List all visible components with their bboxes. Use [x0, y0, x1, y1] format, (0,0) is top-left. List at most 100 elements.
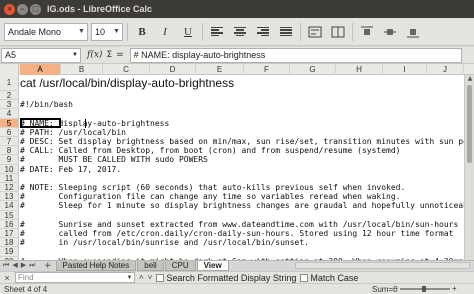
cell-a9[interactable]: # MUST BE CALLED WITH sudo POWERS [20, 155, 464, 164]
formula-input[interactable]: # NAME: display-auto-brightness [129, 47, 462, 63]
row-header-16[interactable]: 16 [0, 219, 19, 229]
row-header-10[interactable]: 10 [0, 164, 19, 174]
row-header-15[interactable]: 15 [0, 210, 19, 220]
cell-a13[interactable]: # Configuration file can change any time… [20, 192, 464, 201]
maximize-window-button[interactable]: □ [30, 3, 41, 15]
row-header-17[interactable]: 17 [0, 229, 19, 239]
chevron-down-icon[interactable]: ▼ [111, 28, 122, 35]
cell-a4[interactable] [20, 109, 464, 118]
column-header-c[interactable]: C [103, 64, 150, 75]
italic-button[interactable]: I [155, 22, 175, 42]
cell-a17[interactable]: # called from /etc/cron.daily/cron-daily… [20, 229, 464, 238]
minimize-window-button[interactable]: – [17, 3, 28, 15]
cell-a15[interactable] [20, 211, 464, 220]
chevron-down-icon[interactable]: ▼ [125, 275, 134, 281]
find-previous-icon[interactable]: ˄ [139, 273, 144, 282]
column-header-i[interactable]: I [383, 64, 427, 75]
row-header-19[interactable]: 19 [0, 247, 19, 257]
font-name-combo[interactable]: Andale Mono ▼ [4, 22, 88, 41]
row-header-12[interactable]: 12 [0, 183, 19, 193]
function-wizard-icon[interactable]: f(x) [87, 50, 102, 60]
underline-button[interactable]: U [178, 22, 198, 42]
align-middle-button[interactable] [380, 22, 400, 42]
cell-a18[interactable]: # in /usr/local/bin/sunrise and /usr/loc… [20, 238, 464, 247]
row-header-6[interactable]: 6 [0, 127, 19, 137]
chevron-down-icon[interactable]: ▼ [70, 52, 80, 58]
column-header-f[interactable]: F [244, 64, 290, 75]
align-top-button[interactable] [357, 22, 377, 42]
row-header-8[interactable]: 8 [0, 146, 19, 156]
close-find-icon[interactable]: × [3, 273, 11, 283]
align-bottom-button[interactable] [403, 22, 423, 42]
select-all-corner[interactable] [0, 64, 19, 75]
cell-a12[interactable]: # NOTE: Sleeping script (60 seconds) tha… [20, 183, 464, 192]
row-header-18[interactable]: 18 [0, 238, 19, 248]
vertical-scrollbar[interactable]: ▲ [464, 75, 474, 260]
align-center-button[interactable] [230, 22, 250, 42]
find-input[interactable]: Find ▼ [15, 272, 135, 283]
row-header-14[interactable]: 14 [0, 201, 19, 211]
zoom-slider-handle[interactable] [422, 286, 426, 292]
row-header-7[interactable]: 7 [0, 137, 19, 147]
sheet-tab-view[interactable]: View [196, 260, 229, 271]
wrap-text-button[interactable] [305, 22, 325, 42]
column-header-b[interactable]: B [61, 64, 103, 75]
cell-a11[interactable] [20, 174, 464, 183]
match-case-checkbox[interactable]: Match Case [300, 273, 358, 283]
scrollbar-thumb[interactable] [467, 85, 472, 163]
font-size-combo[interactable]: 10 ▼ [91, 22, 123, 41]
row-header-9[interactable]: 9 [0, 155, 19, 165]
spreadsheet-grid[interactable]: A B C D E F G H I J ▲ 1 cat /usr/local/bi… [0, 64, 474, 260]
sheet-tab-bell[interactable]: bell [137, 260, 164, 271]
bold-button[interactable]: B [132, 22, 152, 42]
row-header-2[interactable]: 2 [0, 91, 19, 101]
chevron-down-icon[interactable]: ▼ [76, 28, 87, 35]
horizontal-scrollbar[interactable] [295, 262, 470, 269]
name-box[interactable]: A5 ▼ [1, 47, 81, 63]
column-header-e[interactable]: E [196, 64, 244, 75]
merge-cells-button[interactable] [328, 22, 348, 42]
row-header-13[interactable]: 13 [0, 192, 19, 202]
cell-a6[interactable]: # PATH: /usr/local/bin [20, 128, 464, 137]
cell-a7[interactable]: # DESC: Set display brightness based on … [20, 137, 464, 146]
column-header-d[interactable]: D [150, 64, 196, 75]
row-header-11[interactable]: 11 [0, 173, 19, 183]
justify-button[interactable] [276, 22, 296, 42]
column-header-g[interactable]: G [290, 64, 336, 75]
row-header-1[interactable]: 1 [0, 75, 19, 91]
row-header-5[interactable]: 5 [0, 118, 19, 128]
cell-a1[interactable]: cat /usr/local/bin/display-auto-brightne… [20, 75, 464, 91]
column-header-a[interactable]: A [20, 64, 61, 75]
sum-icon[interactable]: Σ [106, 50, 112, 60]
cell-a16[interactable]: # Sunrise and sunset extracted from www.… [20, 220, 464, 229]
cell-a5[interactable]: # NAME: display-auto-brightness [20, 119, 464, 128]
scroll-up-icon[interactable]: ▲ [465, 75, 474, 82]
zoom-in-icon[interactable]: + [452, 284, 457, 293]
search-formatted-checkbox[interactable]: Search Formatted Display String [156, 273, 296, 283]
find-next-icon[interactable]: ˅ [148, 273, 153, 282]
cell-a10[interactable]: # DATE: Feb 17, 2017. [20, 165, 464, 174]
checkbox-box[interactable] [156, 273, 165, 282]
next-sheet-icon[interactable]: ▶ [21, 261, 26, 270]
zoom-out-icon[interactable]: − [393, 284, 398, 293]
cell-a8[interactable]: # CALL: Called from Desktop, from boot (… [20, 146, 464, 155]
equals-icon[interactable]: = [116, 50, 124, 60]
cell-a2[interactable] [20, 91, 464, 100]
align-right-button[interactable] [253, 22, 273, 42]
checkbox-box[interactable] [300, 273, 309, 282]
last-sheet-icon[interactable]: ⏭ [29, 261, 35, 270]
close-window-button[interactable]: × [4, 3, 15, 15]
column-header-j[interactable]: J [427, 64, 464, 75]
align-left-button[interactable] [207, 22, 227, 42]
add-sheet-button[interactable]: + [40, 261, 56, 271]
prev-sheet-icon[interactable]: ◀ [12, 261, 17, 270]
row-header-4[interactable]: 4 [0, 109, 19, 119]
cell-a14[interactable]: # Sleep for 1 minute so display brightne… [20, 201, 464, 210]
row-header-3[interactable]: 3 [0, 100, 19, 110]
column-header-h[interactable]: H [336, 64, 383, 75]
sheet-tab-cpu[interactable]: CPU [164, 260, 196, 271]
cell-a19[interactable] [20, 247, 464, 256]
sheet-tab-pasted-help-notes[interactable]: Pasted Help Notes [55, 260, 137, 271]
cell-a3[interactable]: #!/bin/bash [20, 100, 464, 109]
first-sheet-icon[interactable]: ⏮ [3, 261, 9, 270]
